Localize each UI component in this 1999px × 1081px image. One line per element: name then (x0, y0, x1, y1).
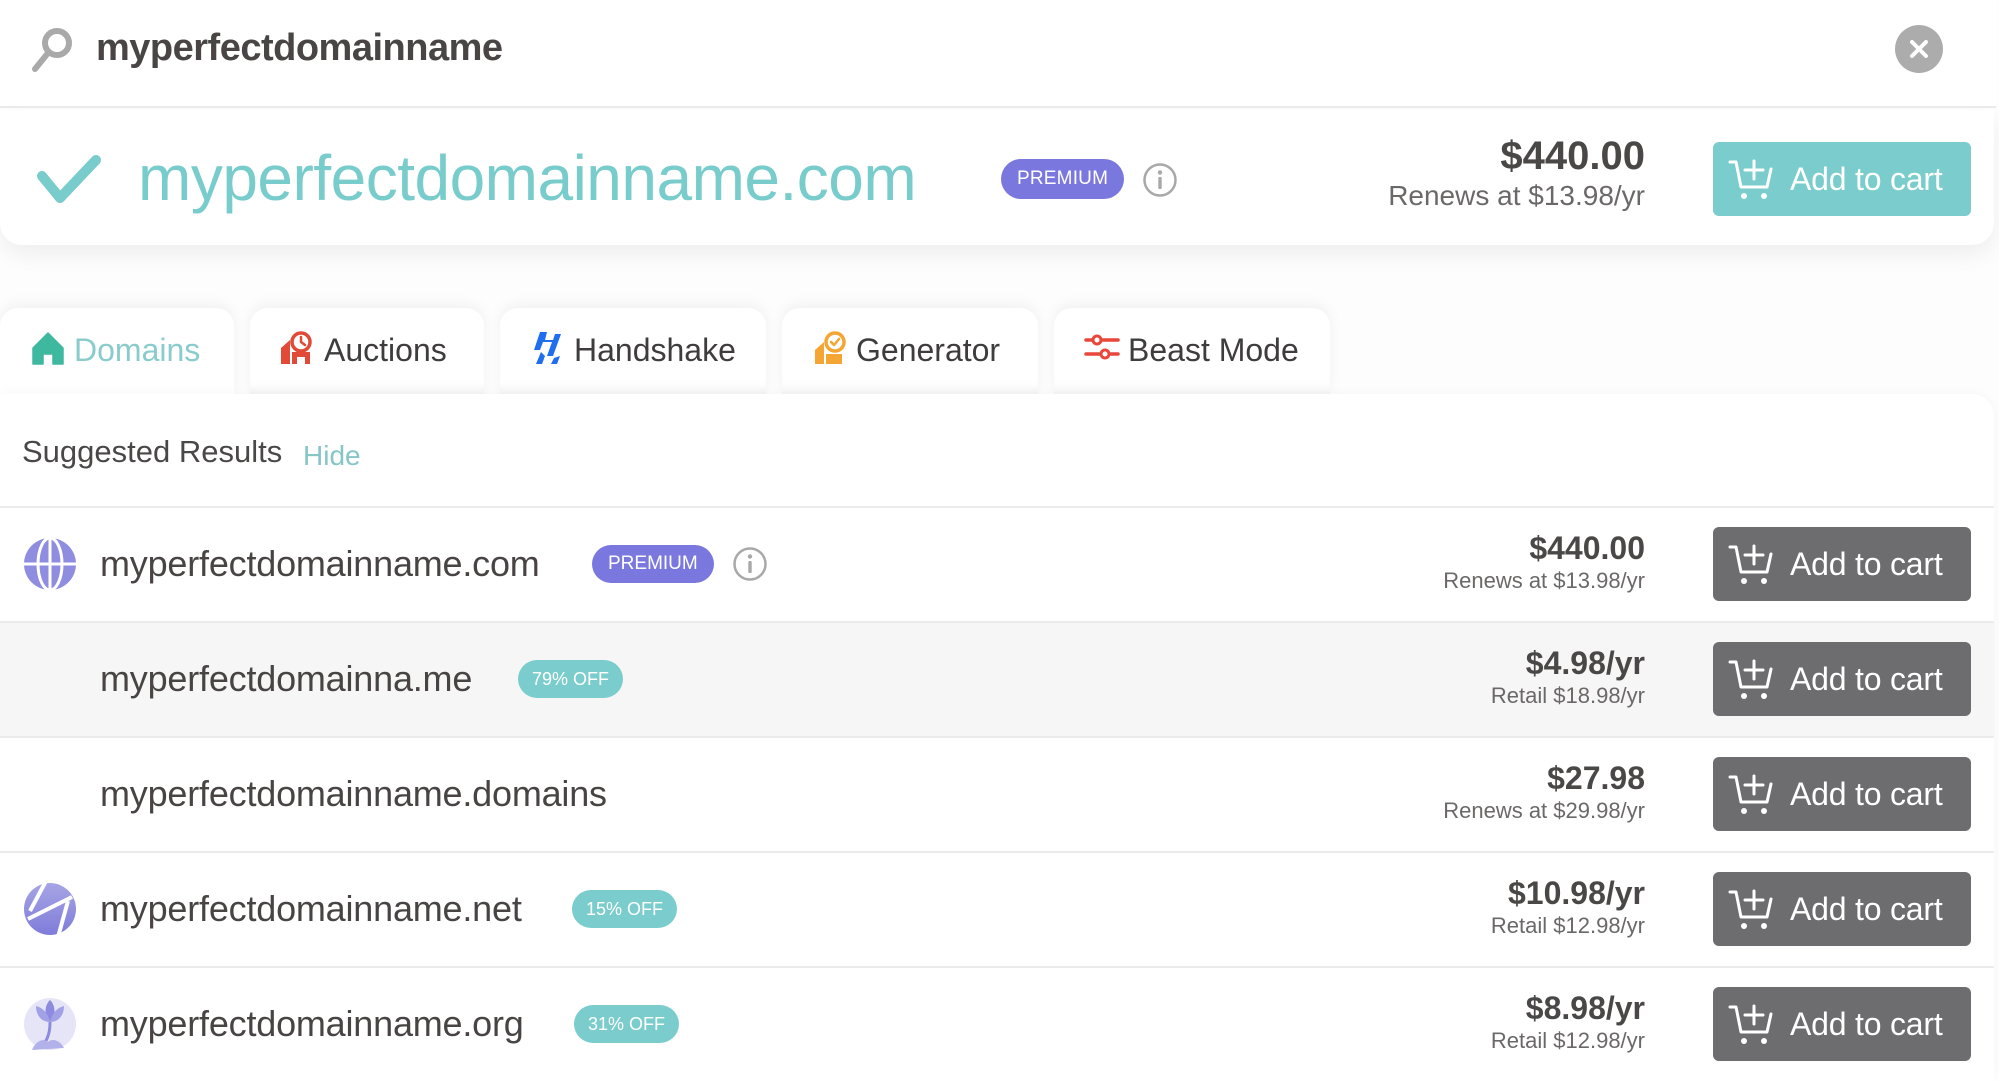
sliders-icon (1084, 334, 1120, 360)
price: $10.98/yr Retail $12.98/yr (1491, 873, 1645, 939)
hide-results-link[interactable]: Hide (303, 436, 361, 476)
info-icon[interactable] (1142, 162, 1178, 198)
price: $440.00 Renews at $13.98/yr (1443, 528, 1645, 594)
handshake-icon (534, 332, 561, 364)
price-value: $440.00 (1529, 530, 1645, 566)
suggested-results-panel: Suggested Results Hide myperfectdomainna… (0, 394, 1994, 1081)
result-row: myperfectdomainname.com PREMIUM $440.00 … (0, 508, 1994, 623)
tab-beast-mode[interactable]: Beast Mode (1054, 308, 1330, 395)
cart-plus-icon (1728, 774, 1773, 814)
price-value: $27.98 (1547, 760, 1645, 796)
domain-name[interactable]: myperfectdomainname.org (100, 998, 524, 1050)
price: $27.98 Renews at $29.98/yr (1443, 758, 1645, 824)
tab-label: Auctions (324, 332, 447, 368)
cart-plus-icon (1728, 889, 1773, 929)
tab-label: Handshake (574, 332, 736, 368)
domain-name[interactable]: myperfectdomainname.com (100, 538, 540, 590)
add-to-cart-button[interactable]: Add to cart (1713, 642, 1971, 716)
cart-plus-icon (1728, 159, 1773, 199)
featured-renewal-price: Renews at $13.98/yr (1388, 180, 1645, 211)
generator-icon (815, 331, 846, 364)
tab-label: Beast Mode (1128, 332, 1299, 368)
add-to-cart-button[interactable]: Add to cart (1713, 527, 1971, 601)
add-to-cart-button[interactable]: Add to cart (1713, 757, 1971, 831)
result-row: myperfectdomainna.me 79% OFF $4.98/yr Re… (0, 623, 1994, 738)
price-value: $8.98/yr (1525, 990, 1645, 1026)
price-subtext: Retail $12.98/yr (1490, 1028, 1645, 1053)
tab-label: Domains (74, 332, 201, 368)
auction-house-icon (281, 331, 312, 364)
search-bar: myperfectdomainname (0, 0, 1996, 108)
results-header: Suggested Results Hide (0, 394, 1994, 508)
add-to-cart-label: Add to cart (1790, 661, 1943, 697)
results-title: Suggested Results (22, 434, 283, 469)
price-value: $4.98/yr (1525, 645, 1645, 681)
add-to-cart-label: Add to cart (1790, 776, 1943, 812)
cart-plus-icon (1728, 659, 1773, 699)
price-value: $10.98/yr (1507, 875, 1645, 911)
price-subtext: Retail $12.98/yr (1490, 913, 1645, 938)
tab-generator[interactable]: Generator (782, 308, 1038, 395)
add-to-cart-button[interactable]: Add to cart (1713, 987, 1971, 1061)
result-row: myperfectdomainname.net 15% OFF $10.98/y… (0, 853, 1994, 968)
premium-badge: PREMIUM (1001, 159, 1125, 199)
close-icon (1910, 40, 1928, 58)
add-to-cart-button[interactable]: Add to cart (1713, 872, 1971, 946)
add-to-cart-label: Add to cart (1790, 161, 1943, 197)
tab-domains[interactable]: Domains (0, 308, 234, 395)
cart-plus-icon (1728, 1004, 1773, 1044)
price-subtext: Retail $18.98/yr (1490, 683, 1645, 708)
featured-price: $440.00 Renews at $13.98/yr (1388, 132, 1645, 212)
price: $8.98/yr Retail $12.98/yr (1491, 988, 1645, 1054)
domain-name[interactable]: myperfectdomainname.net (100, 883, 522, 935)
tab-handshake[interactable]: Handshake (500, 308, 766, 395)
add-to-cart-label: Add to cart (1790, 546, 1943, 582)
info-icon[interactable] (732, 546, 768, 582)
org-flower-icon (24, 998, 76, 1050)
price: $4.98/yr Retail $18.98/yr (1491, 643, 1645, 709)
add-to-cart-label: Add to cart (1790, 891, 1943, 927)
price-subtext: Renews at $29.98/yr (1443, 798, 1645, 823)
tab-auctions[interactable]: Auctions (250, 308, 484, 395)
featured-result: myperfectdomainname.com PREMIUM $440.00 … (0, 110, 1994, 245)
discount-badge: 31% OFF (574, 1005, 680, 1043)
result-row: myperfectdomainname.org 31% OFF $8.98/yr… (0, 968, 1994, 1081)
price-subtext: Renews at $13.98/yr (1443, 568, 1645, 593)
search-icon (32, 28, 72, 72)
featured-price-value: $440.00 (1500, 134, 1645, 178)
tab-label: Generator (856, 332, 1001, 368)
domain-name[interactable]: myperfectdomainna.me (100, 653, 472, 705)
checkmark-icon (37, 155, 101, 203)
discount-badge: 79% OFF (518, 660, 624, 698)
premium-badge: PREMIUM (592, 545, 714, 583)
search-input[interactable]: myperfectdomainname (96, 22, 503, 74)
globe-icon (23, 536, 77, 592)
domain-name[interactable]: myperfectdomainname.domains (100, 768, 607, 820)
add-to-cart-label: Add to cart (1790, 1006, 1943, 1042)
discount-badge: 15% OFF (572, 890, 678, 928)
featured-add-to-cart-button[interactable]: Add to cart (1713, 142, 1971, 216)
cart-plus-icon (1728, 544, 1773, 584)
house-icon (32, 332, 64, 365)
result-row: myperfectdomainname.domains $27.98 Renew… (0, 738, 1994, 853)
featured-domain-name: myperfectdomainname.com (138, 142, 917, 214)
clear-search-button[interactable] (1895, 25, 1943, 73)
net-globe-icon (24, 881, 76, 937)
